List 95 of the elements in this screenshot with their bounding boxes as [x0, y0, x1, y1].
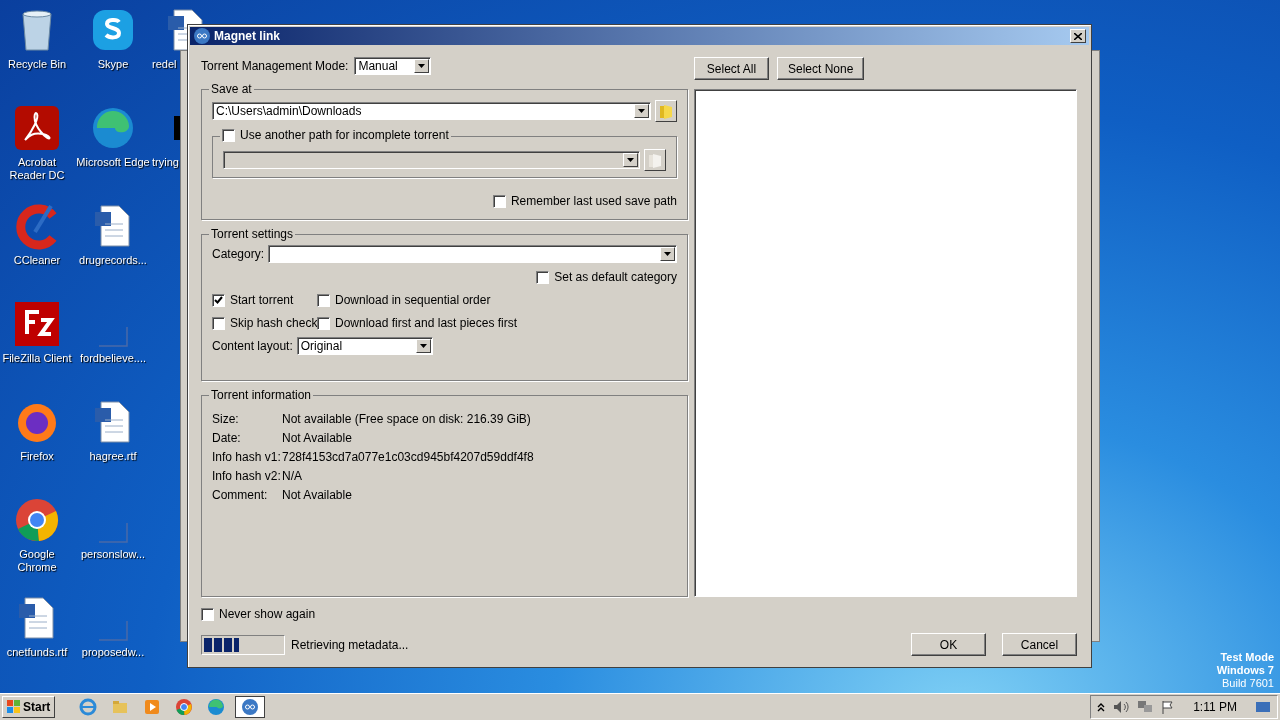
blank-file-icon — [98, 522, 128, 544]
desktop-icon-label[interactable]: fordbelieve.... — [79, 352, 146, 365]
speaker-icon[interactable] — [1113, 700, 1130, 714]
info-label: Comment: — [212, 488, 269, 502]
checkbox-label: Skip hash check — [230, 316, 318, 330]
desktop-icon-label[interactable]: hagree.rtf — [89, 450, 137, 463]
windows-logo-icon — [7, 700, 21, 714]
dropdown-arrow-icon — [638, 109, 645, 113]
os-notice-text: Windows 7 — [1216, 664, 1274, 677]
os-notice-text: Build 7601 — [1222, 677, 1274, 690]
checkbox[interactable] — [212, 293, 225, 307]
info-value: 728f4153cd7a077e1c03cd945bf4207d59ddf4f8 — [282, 450, 535, 464]
folder-icon — [659, 103, 673, 119]
checkbox-label: Never show again — [219, 607, 316, 621]
content-layout-dropdown[interactable]: Original — [296, 337, 433, 355]
flag-icon[interactable] — [1161, 700, 1176, 714]
desktop-icon-label[interactable]: FileZilla Client — [2, 352, 72, 365]
start-button[interactable]: Start — [2, 696, 56, 718]
torrent-app-icon — [193, 27, 211, 45]
chrome-icon — [175, 698, 194, 716]
desktop-icon-label[interactable]: Acrobat Reader DC — [0, 156, 74, 182]
checkbox[interactable] — [317, 316, 330, 330]
network-icon[interactable] — [1137, 700, 1154, 714]
pdf-reader-icon — [13, 104, 61, 152]
select-button[interactable]: Select None — [777, 57, 865, 80]
checkbox-label: Use another path for incomplete torrent — [240, 128, 449, 142]
dialog-button[interactable]: Cancel — [1002, 633, 1077, 656]
desktop-icon-label[interactable]: Microsoft Edge — [76, 156, 150, 169]
select-button[interactable]: Select All — [694, 57, 769, 80]
taskbar-app[interactable] — [235, 696, 266, 718]
info-value: Not Available — [282, 431, 353, 445]
info-value: Not available (Free space on disk: 216.39 GiB) — [282, 412, 532, 426]
checkbox-label: Remember last used save path — [510, 194, 677, 208]
close-icon — [1074, 32, 1082, 40]
desktop-icon-label[interactable]: Google Chrome — [0, 548, 74, 574]
status-text: Retrieving metadata... — [291, 637, 409, 652]
dialog-button[interactable]: OK — [911, 633, 986, 656]
info-label: Date: — [212, 431, 242, 445]
dropdown-arrow-icon — [627, 157, 634, 162]
folder-icon — [111, 698, 130, 716]
checkbox-label: Set as default category — [554, 270, 677, 284]
folder-icon — [648, 151, 662, 168]
browse-button[interactable] — [655, 100, 677, 122]
browser-icon — [207, 698, 226, 716]
checkbox[interactable] — [536, 270, 550, 284]
desktop-icon-label[interactable]: Skype — [97, 58, 129, 71]
info-label: Size: — [212, 412, 240, 426]
torrent-app-icon — [241, 698, 260, 716]
checkbox-label: Start torrent — [230, 293, 294, 307]
browse-button[interactable] — [644, 148, 666, 171]
checkbox-label: Download first and last pieces first — [335, 316, 518, 330]
checkbox[interactable] — [201, 607, 214, 621]
category-dropdown[interactable] — [268, 245, 677, 263]
info-label: Info hash v1: — [212, 450, 282, 464]
blank-file-icon — [98, 620, 128, 642]
desktop-icon-label[interactable]: redel — [152, 58, 177, 71]
dropdown-arrow-icon — [664, 252, 671, 256]
save-path-dropdown[interactable]: C:\Users\admin\Downloads — [212, 102, 651, 120]
checkbox-label: Download in sequential order — [335, 293, 491, 307]
desktop-icon-label[interactable]: Recycle Bin — [7, 58, 67, 71]
ftp-client-icon — [13, 300, 61, 348]
field-label: Category: — [212, 247, 265, 261]
os-notice-text: Test Mode — [1220, 651, 1274, 664]
checkbox[interactable] — [212, 316, 225, 330]
window-title: Magnet link — [214, 29, 281, 43]
field-label: Torrent Management Mode: — [201, 59, 349, 73]
checkbox[interactable] — [222, 128, 235, 142]
desktop-icon-label[interactable]: personslow... — [80, 548, 146, 561]
desktop-icon-label[interactable]: CCleaner — [13, 254, 61, 267]
group-title: Torrent settings — [210, 227, 295, 241]
desktop-icon-label[interactable]: cnetfunds.rtf — [6, 646, 68, 659]
desktop-icon-label[interactable]: drugrecords... — [79, 254, 147, 267]
desktop-icon-label[interactable]: trying — [152, 156, 179, 169]
dropdown-arrow-icon — [419, 344, 427, 348]
desktop-icon-label[interactable]: proposedw... — [81, 646, 145, 659]
mode-dropdown[interactable]: Manual — [354, 57, 432, 75]
clock[interactable]: 1:11 PM — [1193, 700, 1237, 714]
checkbox[interactable] — [317, 293, 330, 307]
info-label: Info hash v2: — [212, 469, 282, 483]
blank-file-icon — [98, 326, 128, 348]
group-title: Save at — [210, 82, 253, 96]
desktop-icon-label[interactable]: Firefox — [20, 450, 54, 463]
info-value: N/A — [282, 469, 303, 483]
checkbox[interactable] — [492, 194, 506, 208]
group-title: Torrent information — [210, 388, 313, 402]
chrome-icon — [13, 496, 61, 544]
media-player-icon — [143, 698, 162, 716]
field-label: Content layout: — [212, 339, 293, 353]
internet-explorer-icon — [79, 698, 98, 716]
info-value: Not Available — [282, 488, 353, 502]
dropdown-arrow-icon — [418, 64, 426, 68]
close-button[interactable] — [1070, 29, 1086, 43]
show-desktop-icon[interactable] — [1255, 700, 1271, 714]
chevron-up-icon[interactable] — [1097, 702, 1106, 712]
incomplete-path-dropdown[interactable] — [223, 150, 640, 169]
